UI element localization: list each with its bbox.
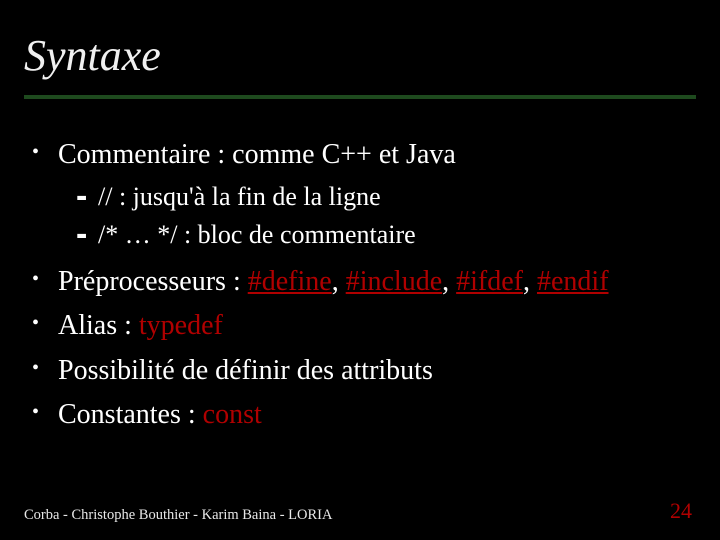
kw-endif: #endif bbox=[537, 266, 609, 297]
alias-prefix: Alias : bbox=[58, 310, 139, 341]
title-underline bbox=[24, 95, 696, 99]
bullet-attributs: Possibilité de définir des attributs bbox=[24, 349, 696, 392]
kw-define: #define bbox=[248, 266, 332, 297]
footer-text: Corba - Christophe Bouthier - Karim Bain… bbox=[24, 507, 332, 524]
sub-line-comment: // : jusqu'à la fin de la ligne bbox=[58, 178, 696, 216]
kw-include: #include bbox=[346, 266, 442, 297]
slide: Syntaxe Commentaire : comme C++ et Java … bbox=[0, 0, 720, 540]
bullet-constantes: Constantes : const bbox=[24, 393, 696, 436]
page-number: 24 bbox=[670, 498, 692, 524]
preproc-prefix: Préprocesseurs : bbox=[58, 266, 248, 297]
kw-ifdef: #ifdef bbox=[456, 266, 523, 297]
bullet-commentaire-text: Commentaire : comme C++ et Java bbox=[58, 139, 456, 170]
sep3: , bbox=[523, 266, 537, 297]
sep2: , bbox=[442, 266, 456, 297]
kw-typedef: typedef bbox=[139, 310, 223, 341]
slide-title: Syntaxe bbox=[24, 30, 696, 81]
bullet-list: Commentaire : comme C++ et Java // : jus… bbox=[24, 133, 696, 436]
bullet-commentaire: Commentaire : comme C++ et Java // : jus… bbox=[24, 133, 696, 254]
sub-list-commentaire: // : jusqu'à la fin de la ligne /* … */ … bbox=[58, 178, 696, 253]
const-prefix: Constantes : bbox=[58, 399, 203, 430]
sub-block-comment: /* … */ : bloc de commentaire bbox=[58, 216, 696, 254]
kw-const: const bbox=[203, 399, 262, 430]
bullet-preprocesseurs: Préprocesseurs : #define, #include, #ifd… bbox=[24, 260, 696, 303]
bullet-alias: Alias : typedef bbox=[24, 304, 696, 347]
sep1: , bbox=[332, 266, 346, 297]
